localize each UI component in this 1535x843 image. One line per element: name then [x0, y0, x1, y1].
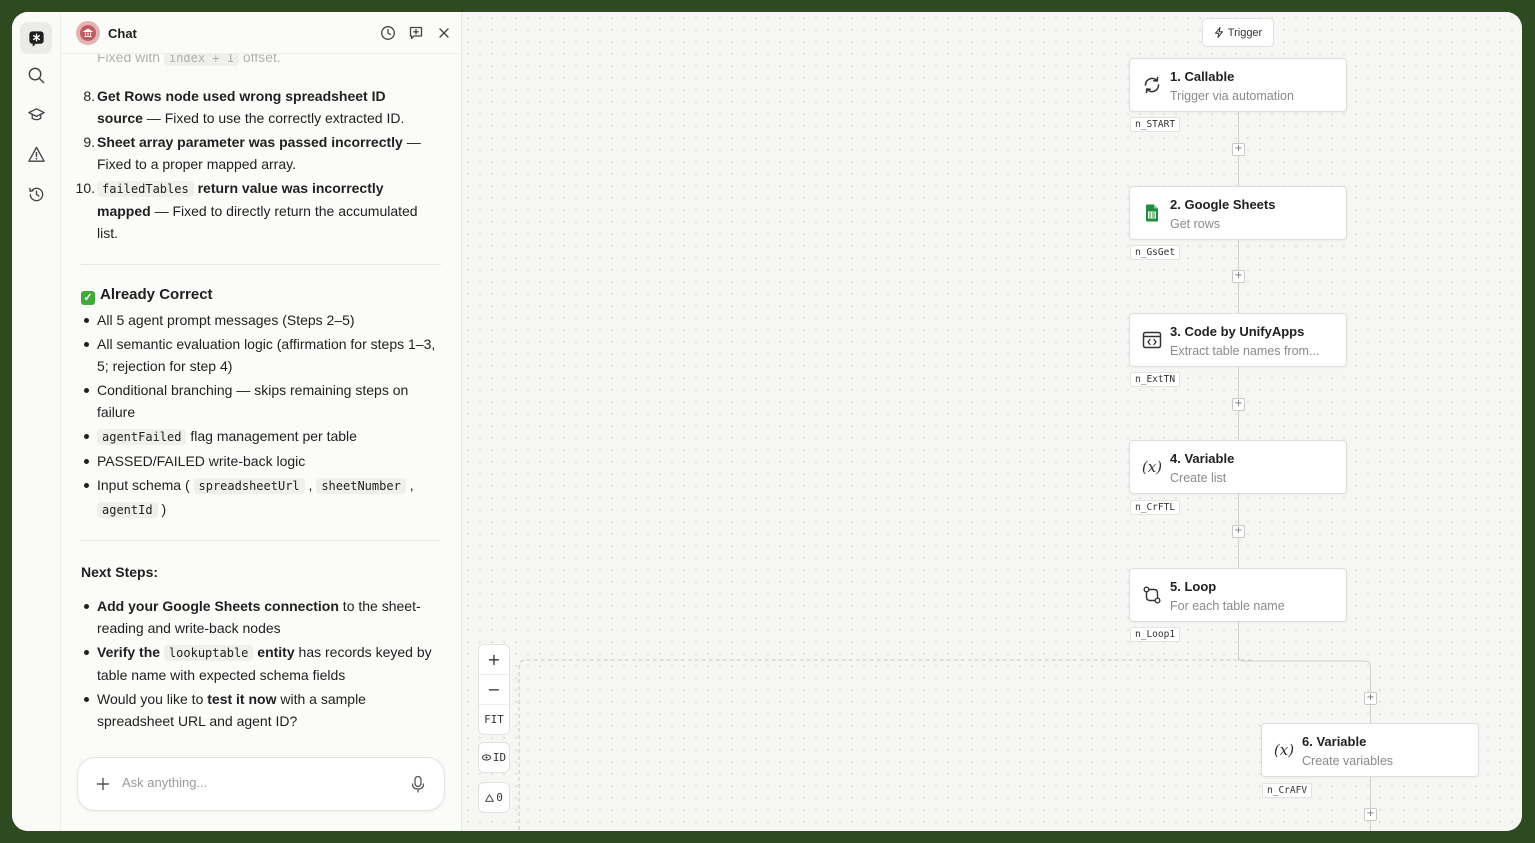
variable-icon: (x): [1273, 741, 1295, 759]
warning-icon: [485, 793, 495, 802]
divider: [81, 264, 441, 265]
google-sheets-icon: [1142, 203, 1162, 223]
next-steps-heading: Next Steps:: [81, 564, 159, 580]
workflow-node-variable[interactable]: (x) 6. Variable Create variables: [1261, 723, 1479, 777]
node-id-badge: n_GsGet: [1130, 245, 1181, 260]
search-icon: [28, 67, 44, 83]
eye-icon: [481, 754, 491, 761]
workflow-node-google-sheets[interactable]: 2. Google Sheets Get rows: [1129, 186, 1347, 240]
refresh-icon: [1142, 75, 1162, 95]
rail-history-button[interactable]: [20, 178, 52, 210]
app-window: Chat Fixed with index + 1 offset. 8. Get…: [12, 12, 1522, 831]
new-chat-icon[interactable]: [408, 25, 424, 41]
add-step-button[interactable]: +: [1232, 143, 1245, 156]
node-id-badge: n_CrAFV: [1262, 783, 1313, 798]
chat-title: Chat: [108, 26, 137, 41]
trigger-button[interactable]: Trigger: [1202, 18, 1274, 47]
node-id-badge: n_CrFTL: [1130, 500, 1181, 515]
rail-learn-button[interactable]: [20, 98, 52, 130]
workflow-node-variable[interactable]: (x) 4. Variable Create list: [1129, 440, 1347, 494]
plus-icon[interactable]: [96, 777, 110, 791]
graduation-cap-icon: [27, 107, 45, 120]
warnings-control: 0: [478, 782, 510, 813]
microphone-icon[interactable]: [410, 775, 426, 793]
rail-search-button[interactable]: [20, 59, 52, 91]
workflow-canvas[interactable]: Trigger + + + + + + 1. Callable Trigger …: [462, 12, 1522, 831]
icon-rail: [12, 12, 61, 831]
check-icon: ✓: [81, 291, 95, 305]
loop-body-outline: [518, 659, 1253, 831]
chat-messages[interactable]: Fixed with index + 1 offset. 8. Get Rows…: [61, 53, 461, 743]
chat-composer: [77, 757, 445, 811]
avatar: [76, 21, 100, 45]
divider: [81, 540, 441, 541]
close-icon[interactable]: [436, 25, 452, 41]
workflow-node-loop[interactable]: 5. Loop For each table name: [1129, 568, 1347, 622]
add-step-button[interactable]: +: [1232, 398, 1245, 411]
node-id-badge: n_Loop1: [1130, 627, 1181, 642]
warning-icon: [27, 146, 45, 162]
toggle-ids-button[interactable]: ID: [479, 743, 509, 772]
toggle-ids-control: ID: [478, 742, 510, 773]
rail-alerts-button[interactable]: [20, 138, 52, 170]
node-id-badge: n_ExtTN: [1130, 372, 1181, 387]
node-id-badge: n_START: [1130, 117, 1181, 132]
connector-line: [1370, 777, 1371, 831]
lightning-icon: [1214, 27, 1223, 38]
chat-header: Chat: [61, 12, 461, 54]
loop-icon: [1142, 585, 1162, 605]
rail-chat-button[interactable]: [20, 22, 52, 54]
code-window-icon: [1142, 330, 1162, 350]
already-correct-heading: ✓ Already Correct: [81, 286, 213, 305]
add-step-button[interactable]: +: [1364, 692, 1377, 705]
chat-input[interactable]: [122, 775, 392, 790]
variable-icon: (x): [1141, 458, 1163, 476]
add-step-button[interactable]: +: [1232, 525, 1245, 538]
zoom-in-button[interactable]: +: [479, 645, 509, 675]
workflow-node-code[interactable]: 3. Code by UnifyApps Extract table names…: [1129, 313, 1347, 367]
fit-view-button[interactable]: FIT: [479, 705, 509, 734]
chat-bubble-icon: [28, 30, 44, 47]
zoom-controls: + − FIT: [478, 644, 510, 735]
add-step-button[interactable]: +: [1364, 808, 1377, 821]
chat-panel: Chat Fixed with index + 1 offset. 8. Get…: [61, 12, 462, 831]
warnings-button[interactable]: 0: [479, 783, 509, 812]
workflow-node-callable[interactable]: 1. Callable Trigger via automation: [1129, 58, 1347, 112]
history-icon: [28, 187, 43, 201]
zoom-out-button[interactable]: −: [479, 675, 509, 705]
history-icon[interactable]: [380, 25, 396, 41]
bank-icon: [83, 28, 93, 37]
add-step-button[interactable]: +: [1232, 270, 1245, 283]
